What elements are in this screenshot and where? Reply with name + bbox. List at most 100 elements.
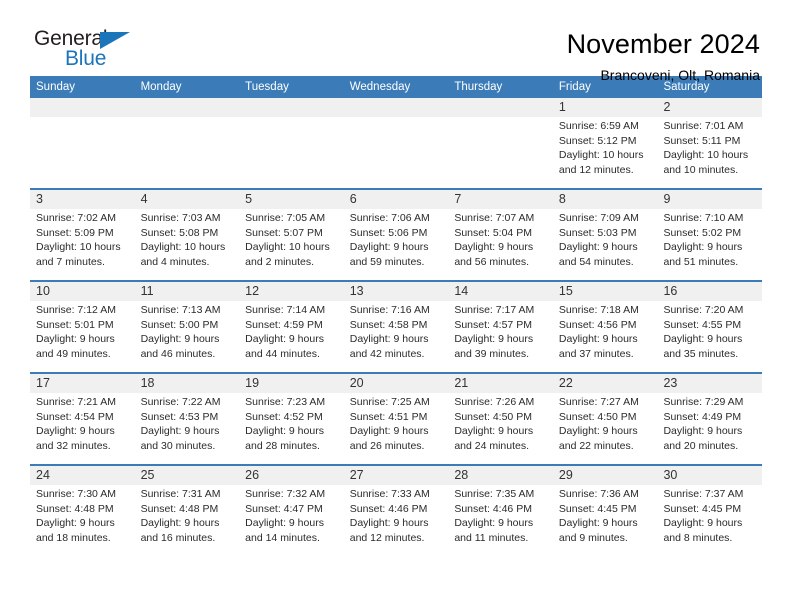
day-cell[interactable]: Sunrise: 7:07 AM Sunset: 5:04 PM Daylight:… <box>448 209 553 280</box>
day-number[interactable]: 30 <box>657 466 762 485</box>
sunset-text: Sunset: 4:46 PM <box>454 502 532 515</box>
week-date-band: 12 <box>30 98 762 117</box>
day-number[interactable]: 27 <box>344 466 449 485</box>
day-cell[interactable]: Sunrise: 7:30 AM Sunset: 4:48 PM Daylight:… <box>30 485 135 556</box>
day-number[interactable]: 21 <box>448 374 553 393</box>
sunrise-text: Sunrise: 7:21 AM <box>36 396 116 408</box>
day-number[interactable]: 16 <box>657 282 762 301</box>
day-cell[interactable]: Sunrise: 7:18 AM Sunset: 4:56 PM Daylight:… <box>553 301 658 372</box>
day-cell-empty <box>30 117 135 188</box>
sunrise-text: Sunrise: 7:32 AM <box>245 488 326 500</box>
day-cell[interactable]: Sunrise: 7:02 AM Sunset: 5:09 PM Daylight:… <box>30 209 135 280</box>
day-number[interactable]: 11 <box>135 282 240 301</box>
day-cell[interactable]: Sunrise: 7:09 AM Sunset: 5:03 PM Daylight:… <box>553 209 658 280</box>
sunrise-text: Sunrise: 7:13 AM <box>140 304 221 316</box>
day-cell[interactable]: Sunrise: 7:17 AM Sunset: 4:57 PM Daylight:… <box>448 301 553 372</box>
daylight-text: Daylight: 10 hours <box>663 149 749 162</box>
day-number[interactable]: 24 <box>30 466 135 485</box>
day-number-empty <box>30 98 135 117</box>
day-number[interactable]: 8 <box>553 190 658 209</box>
day-number[interactable]: 12 <box>239 282 344 301</box>
day-number[interactable]: 22 <box>553 374 658 393</box>
day-cell[interactable]: Sunrise: 7:36 AM Sunset: 4:45 PM Daylight:… <box>553 485 658 556</box>
day-cell[interactable]: Sunrise: 7:33 AM Sunset: 4:46 PM Daylight:… <box>344 485 449 556</box>
day-cell[interactable]: Sunrise: 7:22 AM Sunset: 4:53 PM Daylight:… <box>135 393 240 464</box>
daylight-text-cont: and 54 minutes. <box>558 255 634 268</box>
sunrise-text: Sunrise: 7:03 AM <box>140 212 221 224</box>
daylight-text: Daylight: 9 hours <box>558 241 638 254</box>
day-number[interactable]: 3 <box>30 190 135 209</box>
daylight-text-cont: and 42 minutes. <box>349 347 425 360</box>
daylight-text-cont: and 24 minutes. <box>454 439 530 452</box>
sunset-text: Sunset: 4:52 PM <box>245 410 323 423</box>
day-number[interactable]: 4 <box>135 190 240 209</box>
daylight-text-cont: and 46 minutes. <box>140 347 216 360</box>
brand-logo[interactable]: General Blue <box>30 28 154 76</box>
daylight-text: Daylight: 9 hours <box>36 425 115 438</box>
day-number[interactable]: 7 <box>448 190 553 209</box>
day-cell[interactable]: Sunrise: 7:12 AM Sunset: 5:01 PM Daylight:… <box>30 301 135 372</box>
day-cell[interactable]: Sunrise: 6:59 AM Sunset: 5:12 PM Daylight:… <box>553 117 658 188</box>
daylight-text-cont: and 2 minutes. <box>245 255 315 268</box>
daylight-text: Daylight: 9 hours <box>140 333 220 346</box>
day-cell[interactable]: Sunrise: 7:37 AM Sunset: 4:45 PM Daylight:… <box>657 485 762 556</box>
daylight-text-cont: and 49 minutes. <box>36 347 111 360</box>
day-cell[interactable]: Sunrise: 7:27 AM Sunset: 4:50 PM Daylight:… <box>553 393 658 464</box>
daylight-text: Daylight: 9 hours <box>663 517 743 530</box>
day-number[interactable]: 15 <box>553 282 658 301</box>
daylight-text: Daylight: 9 hours <box>454 517 534 530</box>
day-cell[interactable]: Sunrise: 7:23 AM Sunset: 4:52 PM Daylight:… <box>239 393 344 464</box>
daylight-text: Daylight: 9 hours <box>454 241 534 254</box>
sunset-text: Sunset: 5:02 PM <box>663 226 742 239</box>
day-cell[interactable]: Sunrise: 7:16 AM Sunset: 4:58 PM Daylight:… <box>344 301 449 372</box>
day-number[interactable]: 2 <box>657 98 762 117</box>
day-cell[interactable]: Sunrise: 7:21 AM Sunset: 4:54 PM Daylight:… <box>30 393 135 464</box>
daylight-text-cont: and 51 minutes. <box>663 255 739 268</box>
daylight-text: Daylight: 9 hours <box>663 333 743 346</box>
day-cell[interactable]: Sunrise: 7:29 AM Sunset: 4:49 PM Daylight:… <box>657 393 762 464</box>
day-cell[interactable]: Sunrise: 7:32 AM Sunset: 4:47 PM Daylight:… <box>239 485 344 556</box>
page-header: General Blue November 2024 Brancoveni, O… <box>30 0 762 84</box>
day-cell[interactable]: Sunrise: 7:01 AM Sunset: 5:11 PM Daylight:… <box>657 117 762 188</box>
day-cell[interactable]: Sunrise: 7:13 AM Sunset: 5:00 PM Daylight:… <box>135 301 240 372</box>
day-number[interactable]: 17 <box>30 374 135 393</box>
day-number[interactable]: 9 <box>657 190 762 209</box>
day-number[interactable]: 18 <box>135 374 240 393</box>
week-detail-band: Sunrise: 6:59 AM Sunset: 5:12 PM Daylight:… <box>30 117 762 188</box>
day-cell[interactable]: Sunrise: 7:03 AM Sunset: 5:08 PM Daylight:… <box>135 209 240 280</box>
daylight-text-cont: and 10 minutes. <box>663 163 739 176</box>
daylight-text: Daylight: 9 hours <box>349 333 429 346</box>
day-number[interactable]: 20 <box>344 374 449 393</box>
day-number[interactable]: 6 <box>344 190 449 209</box>
day-number[interactable]: 25 <box>135 466 240 485</box>
day-number[interactable]: 28 <box>448 466 553 485</box>
day-number[interactable]: 1 <box>553 98 658 117</box>
day-cell[interactable]: Sunrise: 7:25 AM Sunset: 4:51 PM Daylight:… <box>344 393 449 464</box>
day-cell[interactable]: Sunrise: 7:35 AM Sunset: 4:46 PM Daylight:… <box>448 485 553 556</box>
daylight-text: Daylight: 9 hours <box>245 517 324 530</box>
calendar-week-row: 10 11 12 13 14 15 16 Sunrise: 7:12 AM Sunset: 5:… <box>30 280 762 372</box>
sunrise-text: Sunrise: 7:18 AM <box>558 304 639 316</box>
day-number[interactable]: 23 <box>657 374 762 393</box>
sunrise-text: Sunrise: 7:06 AM <box>349 212 430 224</box>
day-number[interactable]: 29 <box>553 466 658 485</box>
daylight-text: Daylight: 9 hours <box>36 333 115 346</box>
sunset-text: Sunset: 5:12 PM <box>558 134 637 147</box>
day-number[interactable]: 13 <box>344 282 449 301</box>
sunset-text: Sunset: 4:59 PM <box>245 318 323 331</box>
day-cell[interactable]: Sunrise: 7:14 AM Sunset: 4:59 PM Daylight:… <box>239 301 344 372</box>
day-number[interactable]: 5 <box>239 190 344 209</box>
day-cell[interactable]: Sunrise: 7:10 AM Sunset: 5:02 PM Daylight:… <box>657 209 762 280</box>
day-number[interactable]: 10 <box>30 282 135 301</box>
day-number[interactable]: 14 <box>448 282 553 301</box>
sunset-text: Sunset: 4:58 PM <box>349 318 428 331</box>
day-cell[interactable]: Sunrise: 7:26 AM Sunset: 4:50 PM Daylight:… <box>448 393 553 464</box>
day-cell[interactable]: Sunrise: 7:05 AM Sunset: 5:07 PM Daylight:… <box>239 209 344 280</box>
day-number[interactable]: 19 <box>239 374 344 393</box>
day-cell[interactable]: Sunrise: 7:31 AM Sunset: 4:48 PM Daylight:… <box>135 485 240 556</box>
sunset-text: Sunset: 5:00 PM <box>140 318 219 331</box>
day-cell[interactable]: Sunrise: 7:20 AM Sunset: 4:55 PM Daylight:… <box>657 301 762 372</box>
day-number-empty <box>239 98 344 117</box>
day-cell[interactable]: Sunrise: 7:06 AM Sunset: 5:06 PM Daylight:… <box>344 209 449 280</box>
day-number[interactable]: 26 <box>239 466 344 485</box>
